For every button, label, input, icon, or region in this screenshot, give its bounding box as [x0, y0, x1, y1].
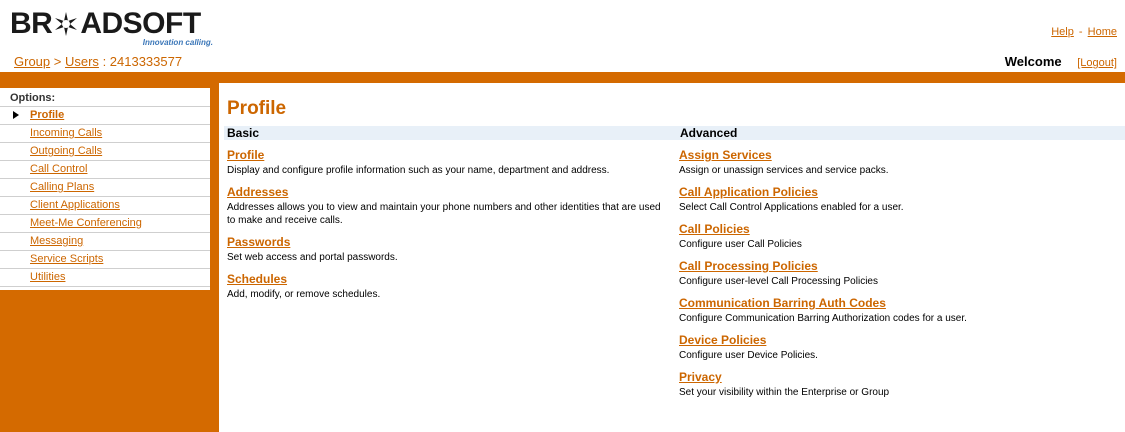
breadcrumb-users-link[interactable]: Users	[65, 54, 99, 69]
call-policies-link[interactable]: Call Policies	[679, 222, 750, 236]
advanced-item-privacy: Privacy Set your visibility within the E…	[679, 370, 1119, 399]
item-description: Set web access and portal passwords.	[227, 252, 398, 263]
basic-section-heading: Basic	[224, 126, 675, 140]
basic-item-addresses: Addresses Addresses allows you to view a…	[227, 185, 667, 227]
sidebar-item-label[interactable]: Service Scripts	[30, 253, 103, 265]
advanced-item-call-application-policies: Call Application Policies Select Call Co…	[679, 185, 1119, 214]
sidebar: Options: Profile Incoming Calls Outgoing…	[0, 83, 219, 432]
sidebar-item-label[interactable]: Utilities	[30, 271, 65, 283]
sidebar-item-label[interactable]: Meet-Me Conferencing	[30, 217, 142, 229]
sidebar-item-client-applications[interactable]: Client Applications	[0, 197, 210, 215]
item-description: Configure user-level Call Processing Pol…	[679, 276, 878, 287]
sidebar-item-outgoing-calls[interactable]: Outgoing Calls	[0, 143, 210, 161]
breadcrumb: Group > Users : 2413333577	[14, 54, 182, 69]
user-bar: Welcome [Logout]	[1005, 54, 1117, 69]
header-divider-bar	[0, 72, 1125, 83]
call-processing-policies-link[interactable]: Call Processing Policies	[679, 259, 818, 273]
current-arrow-icon	[13, 111, 19, 119]
schedules-link[interactable]: Schedules	[227, 272, 287, 286]
item-description: Set your visibility within the Enterpris…	[679, 387, 890, 398]
advanced-item-call-policies: Call Policies Configure user Call Polici…	[679, 222, 1119, 251]
basic-item-profile: Profile Display and configure profile in…	[227, 148, 667, 177]
sidebar-item-label[interactable]: Incoming Calls	[30, 127, 102, 139]
options-menu: Options: Profile Incoming Calls Outgoing…	[0, 88, 210, 290]
passwords-link[interactable]: Passwords	[227, 235, 290, 249]
sidebar-item-label[interactable]: Call Control	[30, 163, 87, 175]
star-logo-icon	[55, 12, 78, 36]
call-application-policies-link[interactable]: Call Application Policies	[679, 185, 818, 199]
link-separator: -	[1078, 26, 1083, 38]
sidebar-item-profile[interactable]: Profile	[0, 107, 210, 125]
logout-link[interactable]: [Logout]	[1077, 57, 1117, 69]
sidebar-item-utilities[interactable]: Utilities	[0, 269, 210, 287]
sidebar-item-incoming-calls[interactable]: Incoming Calls	[0, 125, 210, 143]
privacy-link[interactable]: Privacy	[679, 370, 722, 384]
item-description: Configure user Device Policies.	[679, 350, 818, 361]
logo-tagline: Innovation calling.	[142, 38, 213, 47]
breadcrumb-user-id: : 2413333577	[102, 54, 183, 69]
advanced-item-assign-services: Assign Services Assign or unassign servi…	[679, 148, 1119, 177]
breadcrumb-group-link[interactable]: Group	[14, 54, 50, 69]
addresses-link[interactable]: Addresses	[227, 185, 288, 199]
sidebar-item-label[interactable]: Client Applications	[30, 199, 120, 211]
item-description: Display and configure profile informatio…	[227, 165, 610, 176]
advanced-column: Assign Services Assign or unassign servi…	[679, 148, 1119, 407]
page-title: Profile	[227, 98, 287, 119]
sidebar-item-label[interactable]: Profile	[30, 109, 64, 121]
basic-column: Profile Display and configure profile in…	[227, 148, 667, 309]
broadsoft-logo: BR ADSOFT Innovation calling.	[10, 8, 215, 48]
item-description: Configure user Call Policies	[679, 239, 802, 250]
sidebar-item-meet-me-conferencing[interactable]: Meet-Me Conferencing	[0, 215, 210, 233]
item-description: Add, modify, or remove schedules.	[227, 289, 381, 300]
sidebar-item-label[interactable]: Messaging	[30, 235, 83, 247]
help-link[interactable]: Help	[1051, 26, 1074, 38]
sidebar-item-call-control[interactable]: Call Control	[0, 161, 210, 179]
advanced-item-device-policies: Device Policies Configure user Device Po…	[679, 333, 1119, 362]
welcome-text: Welcome	[1004, 54, 1062, 69]
top-links: Help - Home	[1051, 26, 1117, 38]
advanced-item-communication-barring-auth-codes: Communication Barring Auth Codes Configu…	[679, 296, 1119, 325]
basic-item-schedules: Schedules Add, modify, or remove schedul…	[227, 272, 667, 301]
sidebar-item-service-scripts[interactable]: Service Scripts	[0, 251, 210, 269]
device-policies-link[interactable]: Device Policies	[679, 333, 766, 347]
logo-wordmark: BR ADSOFT	[10, 7, 201, 40]
basic-item-passwords: Passwords Set web access and portal pass…	[227, 235, 667, 264]
item-description: Assign or unassign services and service …	[679, 165, 889, 176]
home-link[interactable]: Home	[1088, 26, 1117, 38]
assign-services-link[interactable]: Assign Services	[679, 148, 772, 162]
communication-barring-auth-codes-link[interactable]: Communication Barring Auth Codes	[679, 296, 886, 310]
sidebar-item-label[interactable]: Outgoing Calls	[30, 145, 102, 157]
main-content: Profile Basic Advanced Profile Display a…	[224, 98, 1125, 398]
advanced-item-call-processing-policies: Call Processing Policies Configure user-…	[679, 259, 1119, 288]
profile-link[interactable]: Profile	[227, 148, 264, 162]
breadcrumb-separator: >	[53, 54, 62, 69]
advanced-section-heading: Advanced	[675, 126, 1125, 140]
options-title: Options:	[0, 92, 210, 107]
sidebar-item-messaging[interactable]: Messaging	[0, 233, 210, 251]
sidebar-item-label[interactable]: Calling Plans	[30, 181, 94, 193]
sidebar-item-calling-plans[interactable]: Calling Plans	[0, 179, 210, 197]
item-description: Select Call Control Applications enabled…	[679, 202, 904, 213]
item-description: Addresses allows you to view and maintai…	[227, 202, 661, 226]
item-description: Configure Communication Barring Authoriz…	[679, 313, 967, 324]
